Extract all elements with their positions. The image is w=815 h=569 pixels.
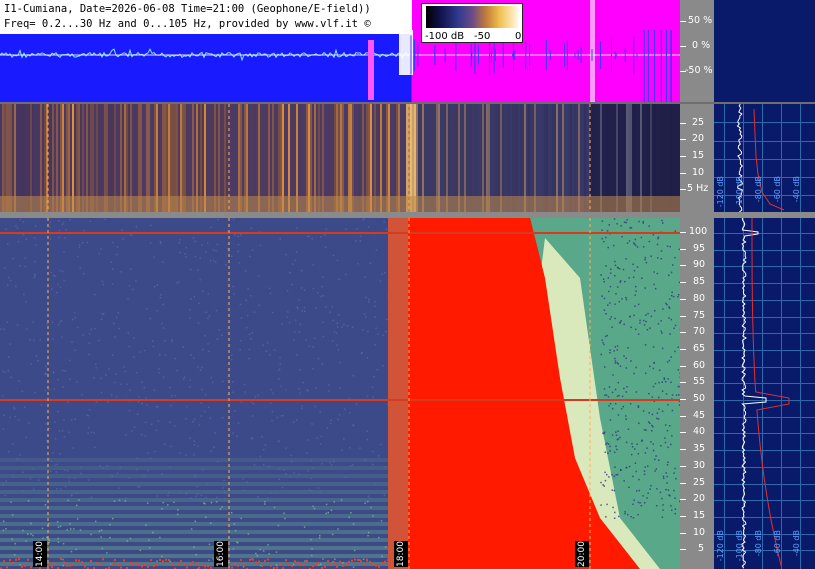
header-line-frequency: Freq= 0.2...30 Hz and 0...105 Hz, provid… [4, 18, 371, 30]
low-freq-tick: 20 [692, 133, 705, 145]
db-label: -60 dB [773, 530, 782, 557]
header-line-station: I1-Cumiana, Date=2026-06-08 Time=21:00 (… [4, 3, 371, 15]
db-label: -40 dB [792, 176, 801, 203]
db-label: -60 dB [773, 176, 782, 203]
high-freq-tick: 80 [693, 292, 706, 304]
high-freq-tick: 5 [698, 543, 705, 555]
db-label: -80 dB [754, 176, 763, 203]
high-freq-tick: 90 [693, 259, 706, 271]
wave-tick-50: 50 % [688, 15, 713, 26]
db-label: -120 dB [716, 530, 725, 562]
time-label-16: 16:00 [214, 541, 228, 567]
spectrum-profile-low: -120 dB -100 dB -80 dB -60 dB -40 dB [714, 104, 815, 212]
high-freq-tick: 95 [693, 242, 706, 254]
high-frequency-scale: 100 95 90 85 80 75 70 65 60 55 50 45 40 35 30 25 20 15 10 5 [680, 218, 714, 569]
db-label: -40 dB [792, 530, 801, 557]
color-scale-mid: -50 [474, 31, 491, 42]
vlf-spectrogram-viewer: I1-Cumiana, Date=2026-06-08 Time=21:00 (… [0, 0, 815, 569]
low-freq-tick: 5 Hz [687, 183, 709, 195]
color-scale-gradient [426, 6, 518, 28]
high-freq-tick: 75 [693, 309, 706, 321]
low-frequency-scale: 25 20 15 10 5 Hz [680, 104, 714, 212]
time-label-20: 20:00 [575, 541, 589, 567]
spectrogram-low-frequency [0, 104, 680, 212]
low-freq-tick: 25 [692, 116, 705, 128]
db-label: -100 dB [735, 176, 744, 208]
wave-tick-0: 0 % [692, 40, 711, 51]
time-label-18: 18:00 [394, 541, 408, 567]
color-scale-min: -100 dB [425, 31, 465, 42]
high-freq-tick: 50 [693, 393, 706, 404]
high-freq-tick: 40 [693, 426, 706, 438]
high-freq-tick: 65 [693, 342, 706, 354]
high-freq-tick: 30 [693, 459, 706, 471]
high-freq-tick: 25 [693, 476, 706, 488]
time-label-14: 14:00 [33, 541, 47, 567]
spectrum-profile-high: -120 dB -100 dB -80 dB -60 dB -40 dB [714, 218, 815, 569]
high-freq-tick: 100 [689, 226, 708, 237]
high-freq-tick: 35 [693, 443, 706, 455]
spectrogram-low-image [0, 104, 680, 212]
waveform-amplitude-scale: 50 % 0 % -50 % [680, 0, 714, 102]
color-scale-max: 0 [515, 31, 522, 42]
low-freq-tick: 15 [692, 150, 705, 161]
high-freq-tick: 70 [693, 326, 706, 338]
high-freq-tick: 85 [693, 276, 706, 288]
high-freq-tick: 45 [693, 409, 706, 421]
color-scale-legend: -100 dB -50 0 [421, 3, 523, 43]
db-label: -120 dB [716, 176, 725, 208]
db-label: -80 dB [754, 530, 763, 557]
spectrogram-high-frequency: 14:00 16:00 18:00 20:00 [0, 218, 680, 569]
wave-tick-minus50: -50 % [685, 65, 713, 76]
high-freq-tick: 60 [693, 359, 706, 371]
low-freq-tick: 10 [692, 166, 705, 178]
high-freq-tick: 20 [693, 493, 706, 505]
waveform-panel: I1-Cumiana, Date=2026-06-08 Time=21:00 (… [0, 0, 680, 102]
high-freq-tick: 15 [693, 509, 706, 521]
high-freq-tick: 55 [693, 376, 706, 388]
header-info: I1-Cumiana, Date=2026-06-08 Time=21:00 (… [0, 0, 412, 34]
high-freq-tick: 10 [693, 526, 706, 538]
profile-blank-panel [714, 0, 815, 102]
db-label: -100 dB [735, 530, 744, 562]
spectrogram-high-image [0, 218, 680, 569]
